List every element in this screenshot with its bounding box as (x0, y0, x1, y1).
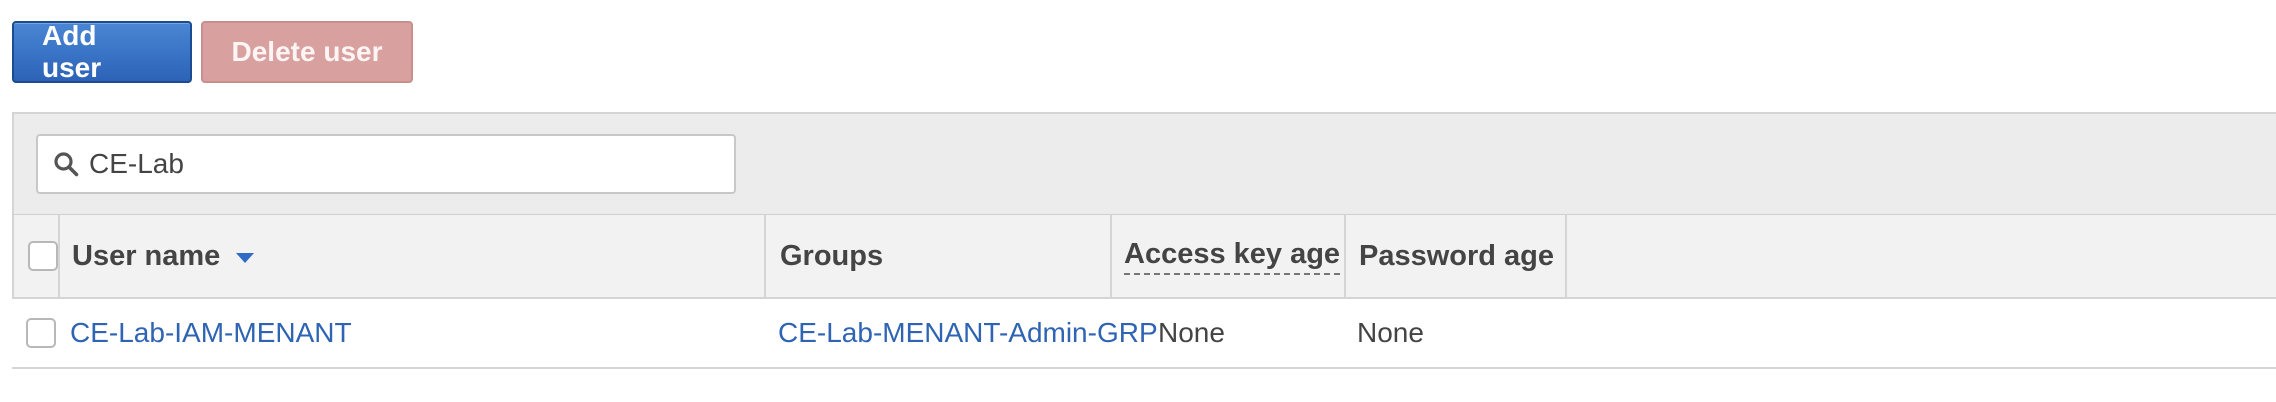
search-icon (51, 149, 81, 179)
access-key-age-cell: None (1158, 299, 1225, 367)
password-age-value: None (1357, 317, 1424, 348)
row-checkbox[interactable] (26, 318, 56, 348)
sort-descending-icon[interactable] (236, 252, 255, 263)
user-name-link[interactable]: CE-Lab-IAM-MENANT (70, 317, 352, 349)
add-user-button[interactable]: Add user (12, 20, 192, 83)
column-divider (1565, 215, 1567, 297)
column-divider (1110, 215, 1112, 297)
user-name-cell: CE-Lab-IAM-MENANT (70, 299, 352, 367)
column-header-groups-label: Groups (780, 239, 884, 272)
filter-bar (12, 112, 2276, 215)
column-header-access-key-age-label: Access key age (1124, 238, 1341, 275)
table-row[interactable]: CE-Lab-IAM-MENANT CE-Lab-MENANT-Admin-GR… (12, 299, 2276, 369)
table-header: User name Groups Access key age Password… (12, 215, 2276, 299)
column-header-password-age[interactable]: Password age (1359, 215, 1554, 297)
column-header-password-age-label: Password age (1359, 239, 1555, 272)
access-key-age-value: None (1158, 317, 1225, 348)
group-link[interactable]: CE-Lab-MENANT-Admin-GRP (778, 317, 1158, 349)
select-all-checkbox[interactable] (28, 241, 58, 271)
groups-cell: CE-Lab-MENANT-Admin-GRP (778, 299, 1158, 367)
column-header-groups[interactable]: Groups (780, 215, 883, 297)
delete-user-button[interactable]: Delete user (201, 21, 413, 83)
select-all-cell (28, 215, 58, 297)
user-toolbar: Add user Delete user (12, 20, 413, 83)
column-divider (58, 215, 60, 297)
column-header-user-name-label: User name (72, 239, 221, 272)
column-header-user-name[interactable]: User name (72, 215, 255, 297)
search-input[interactable] (89, 148, 689, 180)
password-age-cell: None (1357, 299, 1424, 367)
column-divider (1344, 215, 1346, 297)
search-box[interactable] (36, 134, 736, 194)
column-divider (764, 215, 766, 297)
column-header-access-key-age[interactable]: Access key age (1124, 215, 1341, 297)
row-select-cell (26, 299, 56, 367)
